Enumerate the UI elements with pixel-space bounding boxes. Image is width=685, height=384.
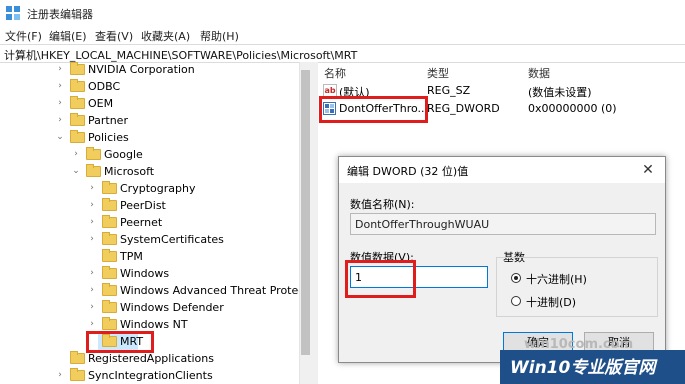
value-type: REG_DWORD: [427, 102, 500, 115]
data-field-highlight-box: [345, 260, 416, 298]
folder-icon: [102, 181, 117, 194]
registry-tree: › NVIDIA Corporation › ODBC › OEM › Part…: [0, 62, 312, 384]
decimal-radio[interactable]: [511, 296, 521, 306]
menu-bar: 文件(F) 编辑(E) 查看(V) 收藏夹(A) 帮助(H): [0, 26, 685, 44]
folder-icon: [70, 351, 85, 364]
collapse-arrow-icon[interactable]: ⌄: [72, 167, 80, 176]
tree-node-label: PeerDist: [120, 199, 166, 212]
dialog-title-bar: 编辑 DWORD (32 位)值 ✕: [339, 157, 665, 183]
collapse-arrow-icon[interactable]: ⌄: [56, 133, 64, 142]
regedit-icon: [6, 6, 20, 20]
value-type: REG_SZ: [427, 84, 471, 97]
watermark-url: win10com.com: [524, 337, 634, 352]
expand-arrow-icon[interactable]: ›: [88, 235, 96, 244]
tree-node-label: Windows Defender: [120, 301, 224, 314]
expand-arrow-icon[interactable]: ›: [88, 218, 96, 227]
tree-node-label: SyncIntegrationClients: [88, 369, 213, 382]
expand-arrow-icon[interactable]: ›: [56, 116, 64, 125]
expand-arrow-icon[interactable]: ›: [56, 65, 64, 74]
menu-view[interactable]: 查看(V): [95, 28, 133, 44]
tree-node-label: Google: [104, 148, 143, 161]
folder-icon: [70, 79, 85, 92]
folder-icon: [102, 300, 117, 313]
folder-icon: [102, 317, 117, 330]
expand-arrow-icon[interactable]: ›: [88, 320, 96, 329]
expand-arrow-icon[interactable]: ›: [88, 286, 96, 295]
address-bar[interactable]: 计算机\HKEY_LOCAL_MACHINE\SOFTWARE\Policies…: [0, 44, 685, 63]
folder-icon: [102, 249, 117, 262]
expand-arrow-icon[interactable]: ›: [56, 371, 64, 380]
mrt-highlight-box: [86, 331, 154, 353]
expand-arrow-icon[interactable]: ›: [88, 269, 96, 278]
dword-highlight-box: [319, 96, 428, 123]
folder-icon: [70, 96, 85, 109]
tree-node-label: ODBC: [88, 80, 121, 93]
tree-node-label: Cryptography: [120, 182, 196, 195]
expand-arrow-icon[interactable]: ›: [72, 150, 80, 159]
value-data: (数值未设置): [528, 86, 592, 99]
expand-arrow-icon[interactable]: ›: [88, 303, 96, 312]
expand-arrow-icon[interactable]: ›: [88, 201, 96, 210]
address-path[interactable]: 计算机\HKEY_LOCAL_MACHINE\SOFTWARE\Policies…: [4, 47, 357, 63]
value-data: 0x00000000 (0): [528, 102, 617, 115]
value-name-field: DontOfferThroughWUAU: [350, 213, 656, 235]
decimal-radio-label[interactable]: 十进制(D): [526, 294, 576, 310]
folder-icon: [102, 283, 117, 296]
tree-node-label: Windows Advanced Threat Protectio: [120, 284, 312, 297]
column-header-data[interactable]: 数据: [528, 65, 550, 81]
hex-radio-label[interactable]: 十六进制(H): [526, 271, 587, 287]
tree-node-label: NVIDIA Corporation: [88, 63, 195, 76]
folder-icon: [70, 113, 85, 126]
tree-node-label: Windows NT: [120, 318, 188, 331]
close-icon[interactable]: ✕: [635, 159, 661, 181]
window-title: 注册表编辑器: [27, 8, 93, 21]
menu-help[interactable]: 帮助(H): [200, 28, 239, 44]
folder-icon: [70, 62, 85, 75]
tree-node-label: Peernet: [120, 216, 163, 229]
folder-icon: [102, 232, 117, 245]
title-bar: 注册表编辑器: [0, 0, 685, 26]
tree-node-label: TPM: [120, 250, 143, 263]
tree-node-label: SystemCertificates: [120, 233, 224, 246]
base-group: 十六进制(H) 十进制(D): [496, 257, 658, 317]
value-name-label: 数值名称(N):: [350, 198, 415, 211]
tree-node-label: Windows: [120, 267, 170, 280]
menu-favorites[interactable]: 收藏夹(A): [141, 28, 190, 44]
folder-icon: [86, 147, 101, 160]
tree-scrollbar-thumb[interactable]: [301, 70, 310, 355]
hex-radio[interactable]: [511, 273, 521, 283]
watermark-text: Win10专业版官网: [510, 358, 656, 378]
dialog-title: 编辑 DWORD (32 位)值: [347, 165, 469, 178]
tree-node-label: RegisteredApplications: [88, 352, 214, 365]
tree-node-label: Partner: [88, 114, 128, 127]
expand-arrow-icon[interactable]: ›: [88, 184, 96, 193]
tree-node-label: Microsoft: [104, 165, 155, 178]
tree-node-label: Policies: [88, 131, 129, 144]
menu-file[interactable]: 文件(F): [5, 28, 42, 44]
folder-icon: [70, 368, 85, 381]
folder-open-icon: [86, 164, 101, 177]
column-header-name[interactable]: 名称: [324, 65, 346, 81]
tree-connector: [88, 252, 96, 260]
tree-node-label: OEM: [88, 97, 114, 110]
menu-edit[interactable]: 编辑(E): [49, 28, 87, 44]
expand-arrow-icon[interactable]: ›: [56, 82, 64, 91]
folder-icon: [102, 266, 117, 279]
column-header-type[interactable]: 类型: [427, 65, 449, 81]
folder-icon: [102, 198, 117, 211]
folder-open-icon: [70, 130, 85, 143]
expand-arrow-icon[interactable]: ›: [56, 99, 64, 108]
folder-icon: [102, 215, 117, 228]
